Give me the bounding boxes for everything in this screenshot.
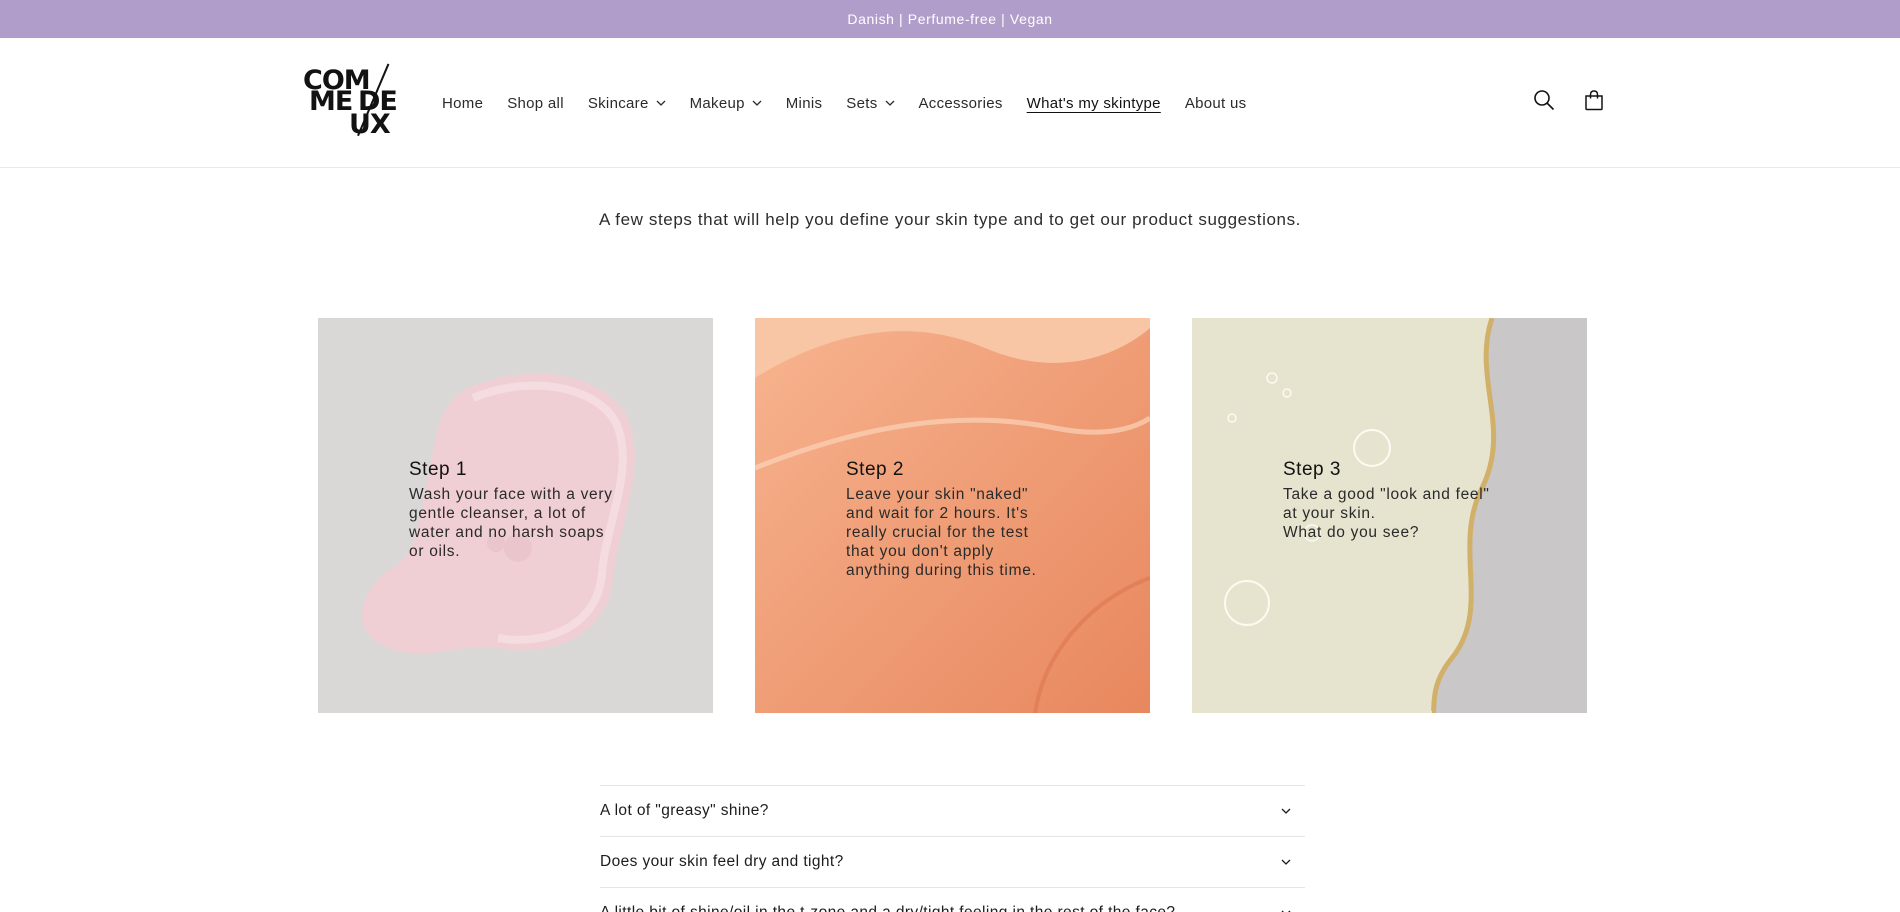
step-title: Step 2	[846, 459, 904, 480]
faq-question: Does your skin feel dry and tight?	[600, 853, 844, 870]
nav-item-shop-all[interactable]: Shop all	[495, 95, 576, 112]
chevron-down-icon	[752, 100, 762, 106]
faq-question: A little bit of shine/oil in the t-zone …	[600, 904, 1175, 912]
announcement-bar: Danish | Perfume-free | Vegan	[0, 0, 1900, 38]
nav-item-minis[interactable]: Minis	[774, 95, 835, 112]
step-caption: Step 2 Leave your skin "naked" and wait …	[846, 459, 1086, 580]
logo-text-me: ME	[309, 86, 353, 117]
main-nav: Home Shop all Skincare Makeup Minis Sets	[430, 38, 1258, 168]
step-caption: Step 1 Wash your face with a very gentle…	[409, 459, 649, 561]
faq-accordion: A lot of "greasy" shine? Does your skin …	[600, 785, 1305, 912]
faq-question: A lot of "greasy" shine?	[600, 802, 769, 819]
step-caption: Step 3 Take a good "look and feel" at yo…	[1283, 459, 1523, 542]
faq-item-dry-tight[interactable]: Does your skin feel dry and tight?	[600, 836, 1305, 887]
nav-item-label: Skincare	[587, 94, 649, 112]
announcement-text: Danish | Perfume-free | Vegan	[847, 11, 1053, 27]
step-text: Leave your skin "naked" and wait for 2 h…	[846, 486, 1037, 579]
nav-item-skincare[interactable]: Skincare	[576, 95, 678, 112]
step-text: Take a good "look and feel" at your skin…	[1283, 486, 1490, 541]
nav-item-home[interactable]: Home	[430, 95, 495, 112]
brand-logo[interactable]: COM ME DE UX	[301, 63, 405, 140]
nav-item-label: Accessories	[918, 94, 1003, 112]
nav-item-whats-my-skintype[interactable]: What's my skintype	[1015, 95, 1173, 112]
step-title: Step 3	[1283, 459, 1341, 480]
site-header: COM ME DE UX Home Shop all Skincare Make…	[0, 38, 1900, 168]
step-card-3: Step 3 Take a good "look and feel" at yo…	[1192, 318, 1587, 713]
nav-item-label: About us	[1184, 94, 1247, 112]
chevron-down-icon	[656, 100, 666, 106]
step-text: Wash your face with a very gentle cleans…	[409, 486, 613, 560]
nav-item-label: Home	[442, 94, 484, 112]
faq-item-combination[interactable]: A little bit of shine/oil in the t-zone …	[600, 887, 1305, 912]
intro-text: A few steps that will help you define yo…	[598, 210, 1302, 229]
nav-item-label: Makeup	[689, 94, 745, 112]
step-card-1: Step 1 Wash your face with a very gentle…	[318, 318, 713, 713]
cart-icon[interactable]	[1580, 86, 1608, 114]
nav-item-makeup[interactable]: Makeup	[678, 95, 774, 112]
nav-item-sets[interactable]: Sets	[834, 95, 906, 112]
nav-item-label: Sets	[846, 94, 878, 112]
chevron-down-icon	[1281, 808, 1291, 814]
step-title: Step 1	[409, 459, 467, 480]
logo-text-ux: UX	[349, 109, 391, 140]
nav-item-label: Shop all	[507, 94, 564, 112]
search-icon[interactable]	[1530, 86, 1558, 114]
chevron-down-icon	[885, 100, 895, 106]
nav-item-label: What's my skintype	[1026, 94, 1161, 112]
nav-item-accessories[interactable]: Accessories	[907, 95, 1015, 112]
header-icons	[1530, 86, 1608, 114]
nav-item-label: Minis	[785, 94, 823, 112]
faq-item-greasy-shine[interactable]: A lot of "greasy" shine?	[600, 785, 1305, 836]
chevron-down-icon	[1281, 859, 1291, 865]
step-card-2: Step 2 Leave your skin "naked" and wait …	[755, 318, 1150, 713]
nav-item-about-us[interactable]: About us	[1173, 95, 1259, 112]
